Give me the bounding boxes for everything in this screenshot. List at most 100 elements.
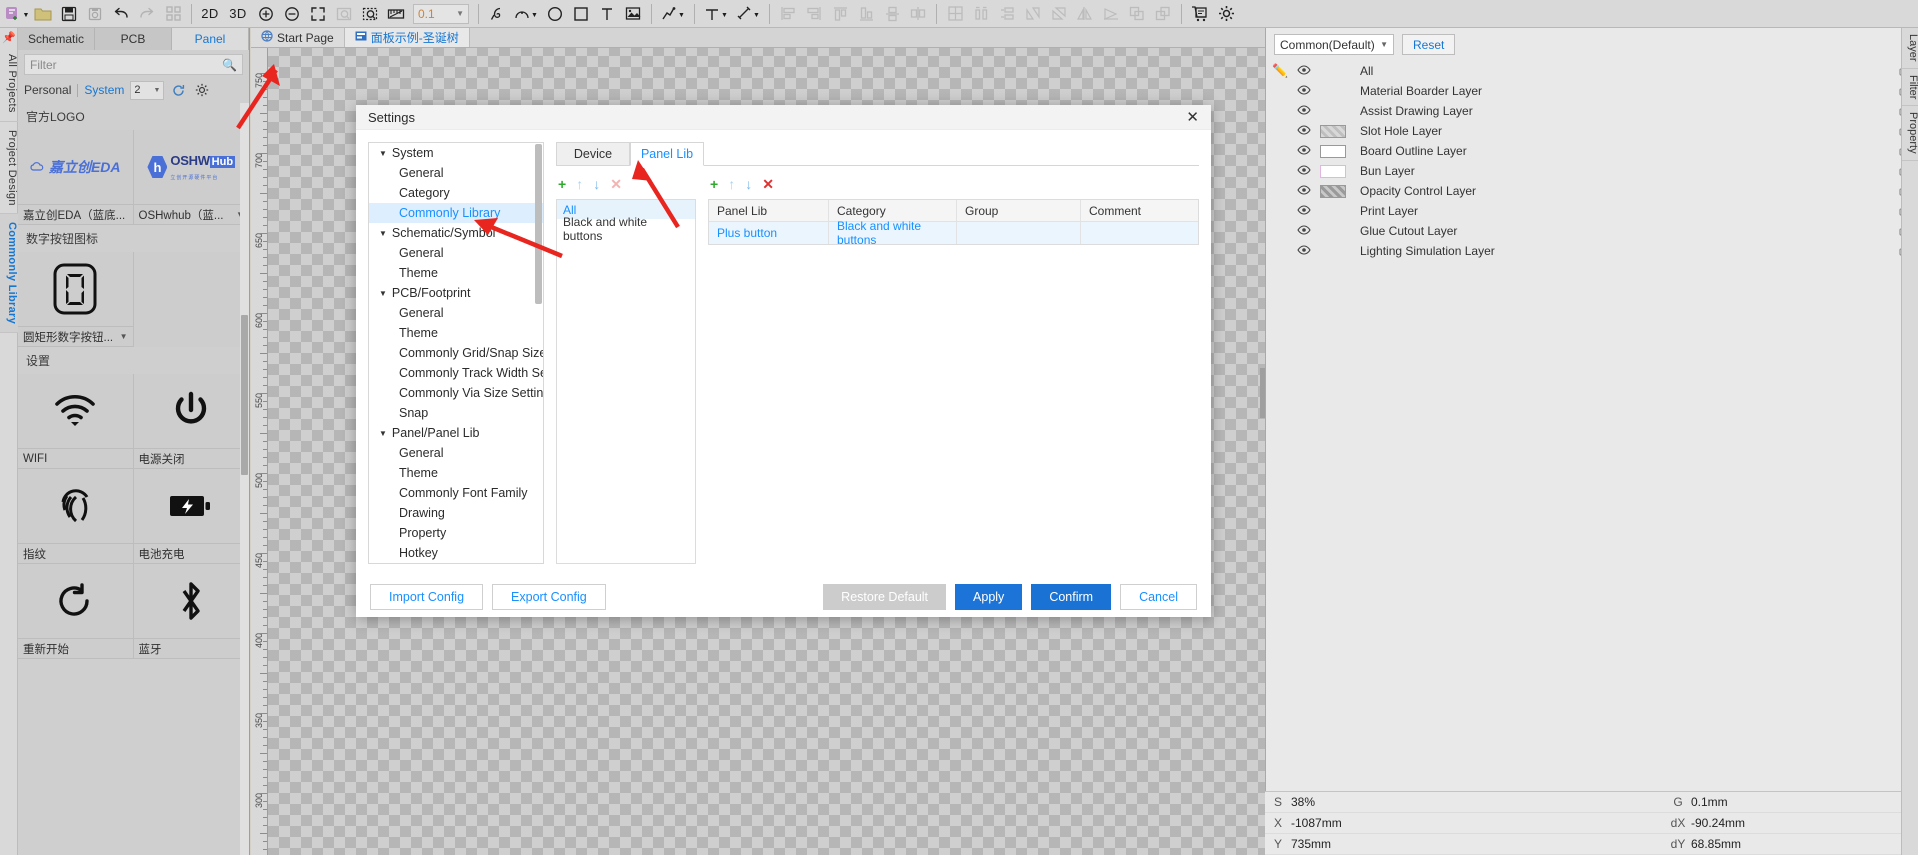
apply-button[interactable]: Apply <box>955 583 1023 610</box>
eye-icon[interactable] <box>1296 184 1312 198</box>
arc-tool-icon[interactable]: ▼ <box>510 2 542 26</box>
tree-item-category[interactable]: Category <box>369 183 543 203</box>
tree-item-theme[interactable]: Theme <box>369 263 543 283</box>
list-item[interactable]: Black and white buttons <box>557 215 695 243</box>
library-item[interactable]: 电池充电 <box>133 469 249 564</box>
tab-schematic[interactable]: Schematic <box>18 28 95 50</box>
layer-preset-select[interactable]: Common(Default) ▼ <box>1274 34 1394 55</box>
tree-item-system[interactable]: ▼ System <box>369 143 543 163</box>
zoom-selection-icon[interactable] <box>357 2 383 26</box>
column-count-select[interactable]: 2 ▼ <box>130 80 165 100</box>
sidebar-item-project-design[interactable]: Project Design <box>0 122 18 215</box>
library-item[interactable]: 蓝牙 <box>133 564 249 659</box>
layer-color-swatch[interactable] <box>1320 105 1346 118</box>
rectangle-tool-icon[interactable] <box>568 2 594 26</box>
layer-row[interactable]: ✏️ All <box>1266 61 1918 81</box>
eye-icon[interactable] <box>1296 84 1312 98</box>
import-config-button[interactable]: Import Config <box>370 583 484 610</box>
tree-item-general[interactable]: General <box>369 163 543 183</box>
layer-row[interactable]: Glue Cutout Layer <box>1266 221 1918 241</box>
tab-start-page[interactable]: Start Page <box>251 28 345 47</box>
tree-item-drawing[interactable]: Drawing <box>369 503 543 523</box>
tree-item-hotkey[interactable]: Hotkey <box>369 543 543 563</box>
eye-icon[interactable] <box>1296 204 1312 218</box>
delete-category-icon[interactable]: ✕ <box>610 176 622 193</box>
layer-row[interactable]: Opacity Control Layer <box>1266 181 1918 201</box>
dimension-tool-icon[interactable]: ▼ <box>700 2 732 26</box>
move-up-icon[interactable]: ↑ <box>576 176 583 192</box>
chevron-down-icon[interactable]: ▼ <box>379 429 387 438</box>
library-item[interactable]: h OSHWHub立创开源硬件平台 OSHwhub（蓝... ▼ <box>133 130 249 225</box>
layer-row[interactable]: Material Boarder Layer <box>1266 81 1918 101</box>
tree-item-commonly-via-size-setting[interactable]: Commonly Via Size Setting <box>369 383 543 403</box>
pen-tool-icon[interactable] <box>484 2 510 26</box>
chevron-down-icon[interactable]: ▼ <box>379 289 387 298</box>
category-list[interactable]: All Black and white buttons <box>556 199 696 565</box>
tree-item-property[interactable]: Property <box>369 523 543 543</box>
move-down-icon[interactable]: ↓ <box>593 176 600 192</box>
layer-color-swatch[interactable] <box>1320 225 1346 238</box>
layer-color-swatch[interactable] <box>1320 65 1346 78</box>
text-tool-icon[interactable] <box>594 2 620 26</box>
library-item[interactable]: WIFI <box>18 374 134 469</box>
panel-resize-handle-right[interactable] <box>1260 368 1265 418</box>
save-icon[interactable] <box>56 2 82 26</box>
view-2d-button[interactable]: 2D <box>197 2 223 26</box>
tab-panel-lib[interactable]: Panel Lib <box>630 142 704 167</box>
chevron-down-icon[interactable]: ▼ <box>120 332 128 341</box>
pin-icon[interactable]: 📌 <box>0 28 18 46</box>
restore-default-button[interactable]: Restore Default <box>823 583 947 610</box>
cart-icon[interactable] <box>1187 2 1213 26</box>
delete-panel-lib-icon[interactable]: ✕ <box>762 176 774 193</box>
library-scroll-area[interactable]: 官方LOGO 嘉立创EDA 嘉立创EDA（蓝底... h OSHW Hub 立创… <box>18 103 249 855</box>
move-down-icon[interactable]: ↓ <box>745 176 752 192</box>
tree-item-pcb-footprint[interactable]: ▼ PCB/Footprint <box>369 283 543 303</box>
polyline-tool-icon[interactable]: ▼ <box>657 2 689 26</box>
tree-item-theme[interactable]: Theme <box>369 463 543 483</box>
tree-item-theme[interactable]: Theme <box>369 323 543 343</box>
source-personal-link[interactable]: Personal <box>24 83 71 97</box>
sidebar-item-all-projects[interactable]: All Projects <box>0 46 18 122</box>
tree-item-commonly-grid-snap-size-s[interactable]: Commonly Grid/Snap Size S <box>369 343 543 363</box>
confirm-button[interactable]: Confirm <box>1031 583 1112 610</box>
pencil-icon[interactable]: ✏️ <box>1272 63 1288 79</box>
tree-item-panel-panel-lib[interactable]: ▼ Panel/Panel Lib <box>369 423 543 443</box>
eye-icon[interactable] <box>1296 104 1312 118</box>
layer-color-swatch[interactable] <box>1320 124 1346 138</box>
layer-row[interactable]: Assist Drawing Layer <box>1266 101 1918 121</box>
sidebar-item-commonly-library[interactable]: Commonly Library <box>0 214 18 334</box>
view-3d-button[interactable]: 3D <box>223 2 253 26</box>
tab-panel-example[interactable]: 面板示例-圣诞树 <box>344 28 470 47</box>
tree-item-general[interactable]: General <box>369 243 543 263</box>
layer-row[interactable]: Board Outline Layer <box>1266 141 1918 161</box>
eye-icon[interactable] <box>1296 244 1312 258</box>
measure-icon[interactable] <box>383 2 409 26</box>
move-up-icon[interactable]: ↑ <box>728 176 735 192</box>
gear-icon[interactable] <box>1213 2 1239 26</box>
add-category-icon[interactable]: + <box>558 176 566 192</box>
tree-scrollbar-thumb[interactable] <box>535 144 542 305</box>
library-item[interactable]: 圆矩形数字按钮... ▼ <box>18 252 134 347</box>
search-input[interactable]: Filter 🔍 <box>24 54 243 75</box>
grid-size-select[interactable]: 0.1 ▼ <box>413 3 469 24</box>
tree-item-commonly-track-width-sett[interactable]: Commonly Track Width Sett <box>369 363 543 383</box>
chevron-down-icon[interactable]: ▼ <box>379 149 387 158</box>
export-config-button[interactable]: Export Config <box>492 583 606 610</box>
tree-item-snap[interactable]: Snap <box>369 403 543 423</box>
layer-row[interactable]: Print Layer <box>1266 201 1918 221</box>
circle-tool-icon[interactable] <box>542 2 568 26</box>
layer-color-swatch[interactable] <box>1320 184 1346 198</box>
tab-device[interactable]: Device <box>556 142 630 166</box>
cancel-button[interactable]: Cancel <box>1120 583 1197 610</box>
zoom-out-icon[interactable] <box>279 2 305 26</box>
tab-filter[interactable]: Filter <box>1902 69 1918 106</box>
tree-item-commonly-library[interactable]: Commonly Library <box>369 203 543 224</box>
settings-tree[interactable]: ▼ System General Category Commonly Library ▼ S… <box>368 142 544 565</box>
table-row[interactable]: Plus button Black and white buttons <box>709 219 1198 247</box>
library-settings-gear-icon[interactable] <box>193 82 210 99</box>
eye-icon[interactable] <box>1296 144 1312 158</box>
scrollbar-thumb[interactable] <box>241 315 248 475</box>
zoom-in-icon[interactable] <box>253 2 279 26</box>
layer-color-swatch[interactable] <box>1320 85 1346 98</box>
tab-pcb[interactable]: PCB <box>95 28 172 50</box>
